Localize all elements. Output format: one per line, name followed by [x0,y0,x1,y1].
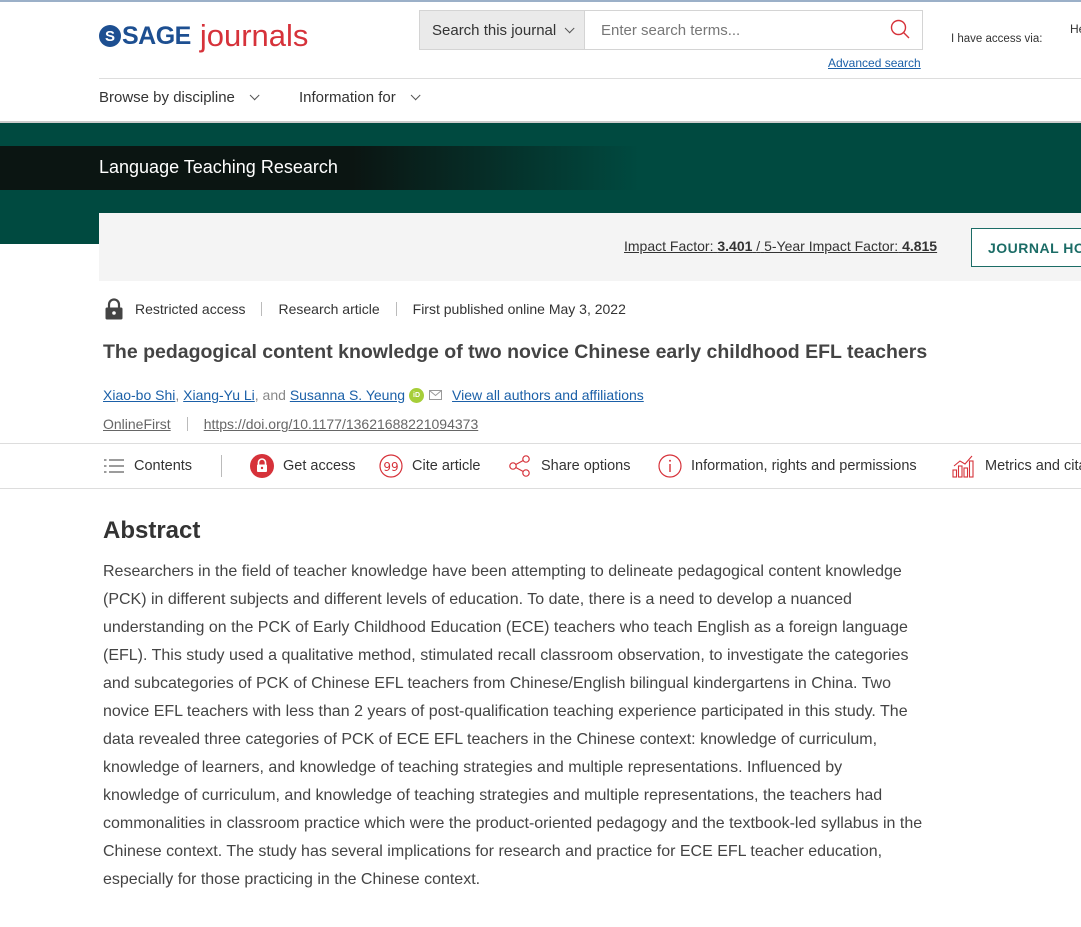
bar-chart-icon [952,455,974,478]
five-year-impact-value: 4.815 [902,238,938,254]
search-input[interactable] [585,10,923,50]
header-cut-link[interactable]: He [1070,22,1081,36]
chevron-down-icon [249,90,260,101]
article-type: Research article [278,301,380,317]
abstract-body: Researchers in the field of teacher know… [103,563,923,888]
author-separator: , [175,387,180,403]
nav-info-label: Information for [299,89,396,106]
share-options-label: Share options [541,458,631,474]
meta-separator [261,302,263,316]
sage-logo-mark: S [99,25,121,47]
article-title: The pedagogical content knowledge of two… [103,341,928,363]
publish-date: First published online May 3, 2022 [412,301,626,317]
header-divider [99,78,1081,79]
share-icon [509,455,530,477]
author-list: Xiao-bo Shi , Xiang-Yu Li , and Susanna … [103,387,644,403]
author-separator: , and [254,387,286,403]
logo-sage-text: SAGE [122,21,191,50]
contents-list-icon [104,459,124,473]
access-type: Restricted access [135,301,246,317]
toolbar-top-border [0,443,1081,444]
get-access-button[interactable]: Get access [250,452,356,480]
impact-factor-link[interactable]: Impact Factor: 3.401 / 5-Year Impact Fac… [624,238,937,254]
view-all-authors-link[interactable]: View all authors and affiliations [452,387,644,403]
impact-factor-value: 3.401 [717,238,753,254]
journal-title[interactable]: Language Teaching Research [99,157,338,178]
doi-link[interactable]: https://doi.org/10.1177/1362168822109437… [204,416,479,432]
lock-icon [105,298,123,320]
meta-separator [186,417,188,431]
get-access-label: Get access [283,458,356,474]
mail-icon[interactable] [429,390,443,400]
author-link[interactable]: Xiang-Yu Li [183,387,255,403]
nav-information-for[interactable]: Information for [299,89,421,106]
advanced-search-link[interactable]: Advanced search [828,56,921,70]
abstract-heading: Abstract [103,517,201,544]
cite-article-label: Cite article [412,458,481,474]
contents-button[interactable]: Contents [104,452,192,480]
share-options-button[interactable]: Share options [508,452,630,480]
cite-article-button[interactable]: 99 Cite article [379,452,481,480]
five-year-impact-label: 5-Year Impact Factor: [764,238,899,254]
metrics-citations-label: Metrics and citations [985,458,1081,474]
toolbar-bottom-border [0,488,1081,489]
search-scope-label: Search this journal [432,21,557,39]
lock-icon [250,454,274,478]
meta-separator [395,302,397,316]
information-rights-button[interactable]: Information, rights and permissions [658,452,917,480]
online-first-link[interactable]: OnlineFirst [103,416,171,432]
search-icon[interactable] [890,19,910,39]
sage-journals-logo[interactable]: S SAGE journals [99,18,309,53]
svg-text:99: 99 [383,460,398,474]
nav-browse-by-discipline[interactable]: Browse by discipline [99,89,260,106]
information-rights-label: Information, rights and permissions [691,458,917,474]
search-scope-select[interactable]: Search this journal [419,10,585,50]
toolbar-separator [221,455,222,477]
online-row: OnlineFirst https://doi.org/10.1177/1362… [103,416,478,432]
chevron-down-icon [564,22,575,33]
orcid-icon[interactable]: iD [409,387,425,403]
quote-icon: 99 [379,454,403,478]
metrics-citations-button[interactable]: Metrics and citations [952,452,1081,480]
journal-homepage-button[interactable]: JOURNAL HOMEPAGE [971,228,1081,267]
article-meta-row: Restricted access Research article First… [104,298,626,320]
nav-browse-label: Browse by discipline [99,89,235,106]
access-via-label: I have access via: [951,33,1043,45]
author-link[interactable]: Xiao-bo Shi [103,387,175,403]
info-icon [658,454,682,478]
chevron-down-icon [410,90,421,101]
impact-separator: / [756,238,761,254]
contents-label: Contents [134,458,193,474]
logo-journals-text: journals [199,18,309,53]
author-link[interactable]: Susanna S. Yeung [290,387,405,403]
impact-factor-label: Impact Factor: [624,238,714,254]
top-accent-line [0,0,1081,2]
